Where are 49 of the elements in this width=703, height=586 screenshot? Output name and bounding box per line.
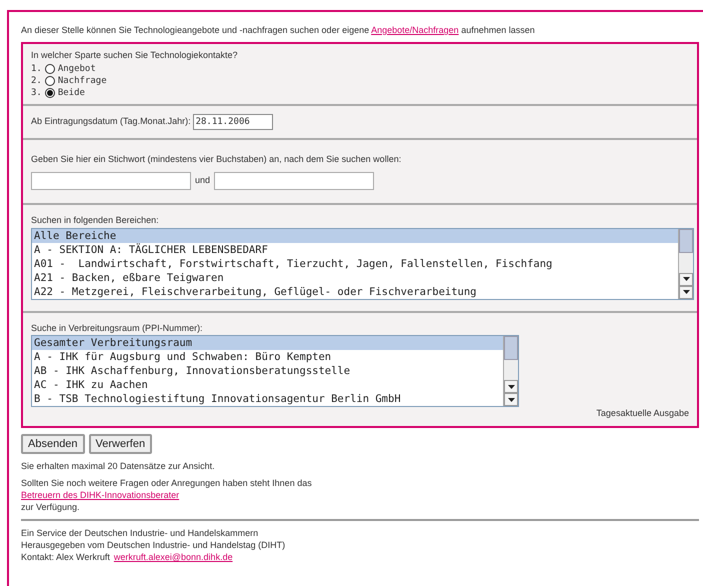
list-option[interactable]: Alle Bereiche [32, 228, 678, 242]
list-option[interactable]: A - IHK für Augsburg und Schwaben: Büro Kempten [32, 350, 503, 364]
offers-link[interactable]: Angebote/Nachfragen [371, 25, 459, 35]
intro-text: An dieser Stelle können Sie Technologieangebote und -nachfragen suchen oder eigene Angebote/Nachfragen aufnehmen lassen [21, 24, 536, 36]
option-number: 3. [31, 86, 42, 98]
area-listbox[interactable] [31, 228, 694, 300]
edition-text: Tagesaktuelle Ausgabe [596, 407, 689, 420]
advisor-link[interactable]: Betreuern des DIHK-Innovationsberater [21, 489, 699, 501]
region-listbox[interactable] [31, 335, 519, 407]
scrollbar[interactable] [678, 228, 693, 298]
scroll-down-icon[interactable] [679, 286, 693, 298]
list-option[interactable]: Gesamter Verbreitungsraum [32, 336, 503, 350]
contact-text: Sollten Sie noch weitere Fragen oder Anregungen haben steht Ihnen das [21, 477, 313, 489]
date-label: Ab Eintragungsdatum (Tag.Monat.Jahr): [31, 114, 191, 128]
keyword-label: Geben Sie hier ein Stichwort (mindestens vier Buchstaben) an, nach dem Sie suchen wollen: [31, 152, 402, 166]
radio-button[interactable] [44, 88, 55, 98]
radio-button[interactable] [44, 64, 55, 74]
scrollbar[interactable] [503, 336, 518, 406]
footer-text: Herausgegeben vom Deutschen Industrie- und Handelstag (DIHT) [21, 539, 286, 551]
region-label: Suche in Verbreitungsraum (PPI-Nummer): [31, 322, 204, 335]
list-option[interactable]: A21 - Backen, eßbare Teigwaren [32, 270, 678, 284]
keyword-field[interactable] [31, 172, 191, 190]
scroll-down-icon[interactable] [504, 380, 518, 393]
info-text: Sie erhalten maximal 20 Datensätze zur Ansicht. [21, 460, 216, 472]
scroll-down-icon[interactable] [504, 393, 518, 406]
option-number: 2. [31, 74, 42, 86]
option-number: 1. [31, 62, 42, 74]
question-label: In welcher Sparte suchen Sie Technologiekontakte? [31, 49, 238, 62]
scroll-down-icon[interactable] [679, 272, 693, 286]
footer-text: Ein Service der Deutschen Industrie- und Handelskammern [21, 527, 260, 539]
option-label: Nachfrage [58, 74, 107, 86]
keyword-field[interactable] [214, 172, 374, 190]
option-label: Beide [58, 86, 85, 98]
date-field[interactable]: 28.11.2006 [192, 114, 273, 130]
list-option[interactable]: A22 - Metzgerei, Fleischverarbeitung, Geflügel- oder Fischverarbeitung [32, 284, 678, 298]
email-link[interactable]: werkruft.alexei@bonn.dihk.de [114, 551, 233, 563]
availability-text: zur Verfügung. [21, 501, 81, 513]
list-option[interactable]: AB - IHK Aschaffenburg, Innovationsberatungsstelle [32, 364, 503, 378]
option-label: Angebot [58, 62, 96, 74]
footer-contact-label: Kontakt: Alex Werkruft [21, 551, 110, 563]
list-option[interactable]: AC - IHK zu Aachen [32, 378, 503, 392]
joiner-text: und [195, 174, 210, 188]
form-button[interactable]: Verwerfen [88, 434, 152, 454]
list-option[interactable]: A - SEKTION A: TÄGLICHER LEBENSBEDARF [32, 242, 678, 256]
form-button[interactable]: Absenden [21, 434, 85, 454]
radio-button[interactable] [44, 76, 55, 86]
area-label: Suchen in folgenden Bereichen: [31, 214, 160, 227]
list-option[interactable]: A01 - Landwirtschaft, Forstwirtschaft, Tierzucht, Jagen, Fallenstellen, Fischfang [32, 256, 678, 270]
list-option[interactable]: B - TSB Technologiestiftung Innovationsagentur Berlin GmbH [32, 392, 503, 406]
